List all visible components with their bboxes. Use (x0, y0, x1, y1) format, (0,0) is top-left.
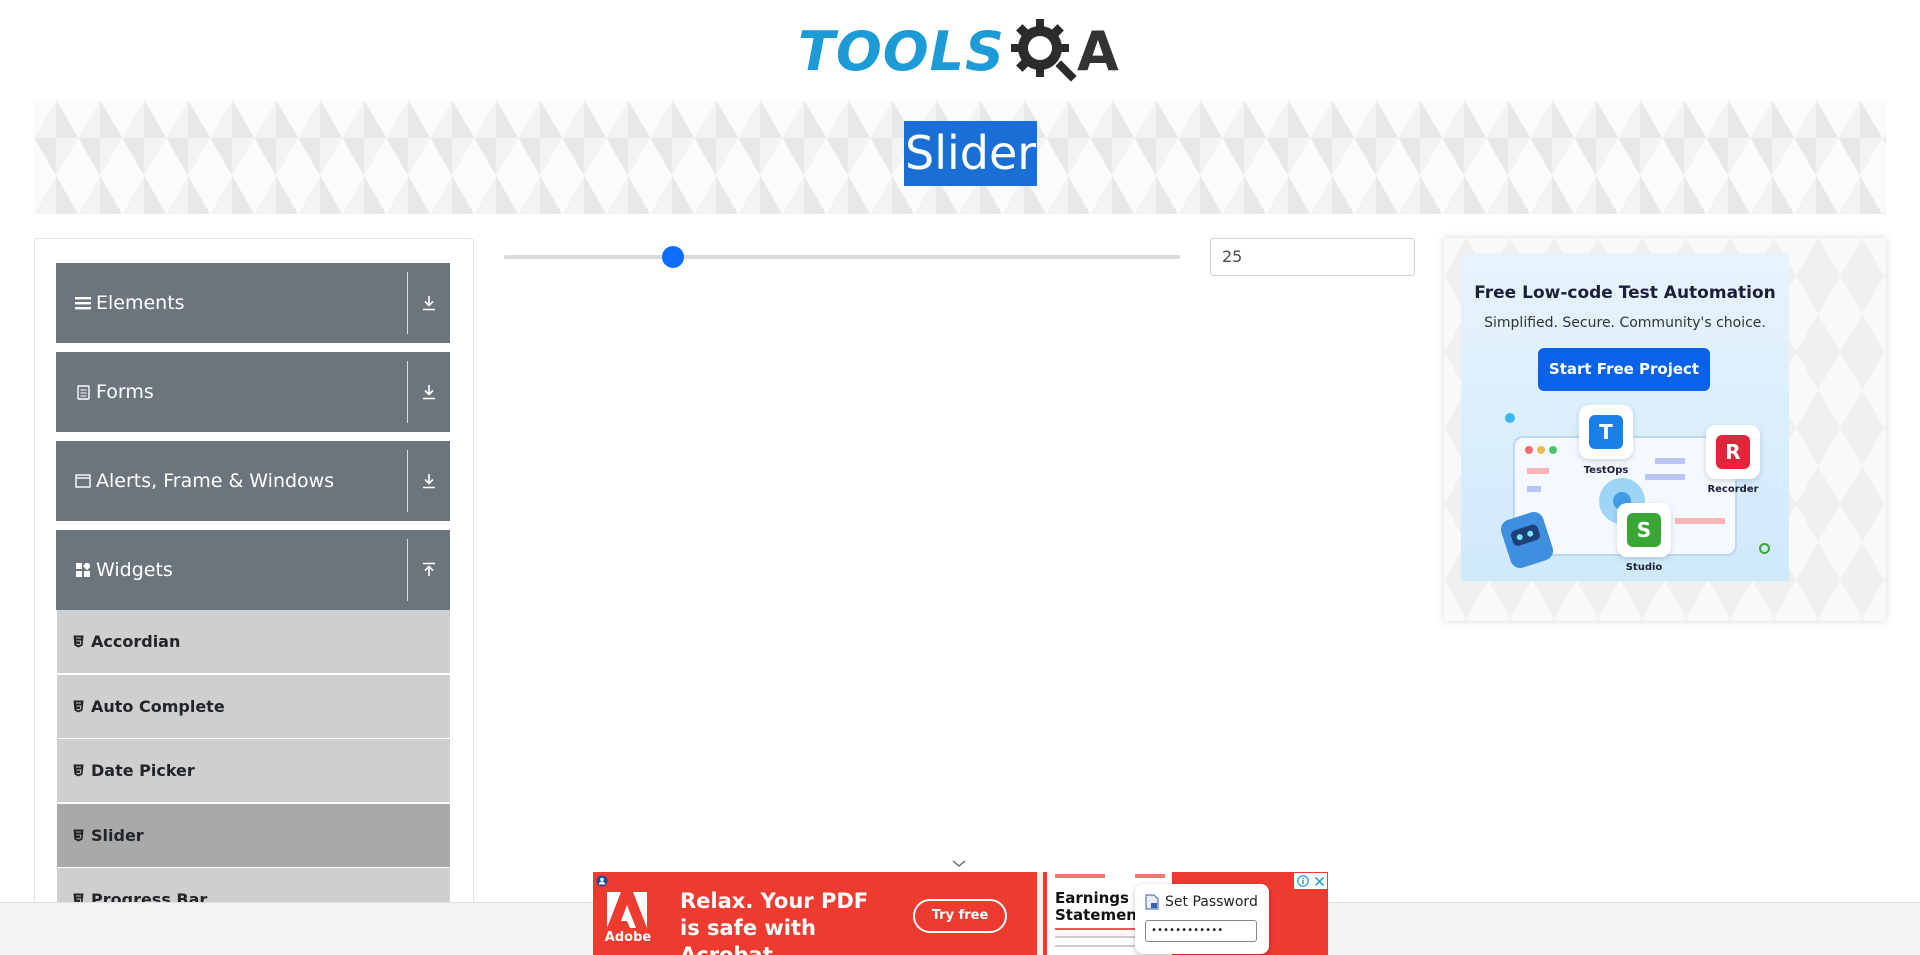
studio-icon: S (1627, 513, 1661, 547)
sidebar-item-label: Accordian (91, 632, 181, 651)
ad-cta-button[interactable]: Start Free Project (1538, 348, 1710, 391)
ad-slogan: Relax. Your PDF is safe with Acrobat. (680, 889, 869, 955)
sidebar-group-label: Forms (96, 381, 154, 403)
sidebar-item-label: Slider (91, 826, 144, 845)
sidebar-item-accordian[interactable]: Accordian (57, 610, 450, 673)
ad-choices[interactable] (1294, 873, 1327, 889)
divider (407, 539, 408, 601)
html5-icon (71, 764, 85, 777)
download-icon[interactable] (408, 295, 450, 311)
form-icon (73, 384, 93, 400)
divider (407, 361, 408, 423)
html5-icon (71, 635, 85, 648)
ad-subline: Simplified. Secure. Community's choice. (1484, 315, 1766, 331)
recorder-badge: R (1706, 425, 1760, 479)
studio-label: Studio (1625, 562, 1663, 573)
logo-text: TOOLS (798, 20, 1005, 83)
slider-thumb[interactable] (662, 246, 684, 268)
upload-icon[interactable] (408, 562, 450, 578)
menu-icon (73, 296, 93, 310)
sidebar-group-elements[interactable]: Elements (56, 263, 450, 343)
divider (407, 450, 408, 512)
info-icon[interactable] (1296, 875, 1309, 887)
toolsqa-logo[interactable]: TOOLS A (798, 14, 1128, 90)
download-icon[interactable] (408, 384, 450, 400)
sidebar-group-widgets[interactable]: Widgets (56, 530, 450, 610)
sidebar-item-auto-complete[interactable]: Auto Complete (57, 675, 450, 738)
recorder-icon: R (1716, 435, 1750, 469)
sidebar-item-date-picker[interactable]: Date Picker (57, 739, 450, 802)
right-ad[interactable]: Free Low-code Test Automation Simplified… (1461, 253, 1789, 581)
widgets-icon (73, 563, 93, 577)
try-free-button[interactable]: Try free (913, 899, 1007, 933)
ad-headline: Free Low-code Test Automation (1474, 283, 1776, 303)
window-icon (73, 474, 93, 488)
studio-badge: S (1617, 503, 1671, 557)
slider-fill (504, 255, 673, 259)
decor-dot (1505, 413, 1515, 423)
download-icon[interactable] (408, 473, 450, 489)
sidebar-group-alerts[interactable]: Alerts, Frame & Windows (56, 441, 450, 521)
recorder-label: Recorder (1707, 484, 1759, 495)
slider-track[interactable] (504, 255, 1180, 259)
gear-magnifier-icon (1007, 15, 1081, 89)
slider-value-field[interactable]: 25 (1210, 238, 1415, 276)
adobe-brand: Adobe (604, 930, 652, 945)
sidebar: Elements Forms Alerts, Frame & Windows W… (34, 238, 474, 955)
logo-suffix: A (1076, 20, 1119, 83)
page-title: Slider (904, 121, 1038, 186)
set-password-label: Set Password (1165, 894, 1258, 910)
sidebar-item-slider[interactable]: Slider (57, 804, 450, 867)
html5-icon (71, 829, 85, 842)
bottom-ad[interactable]: Adobe Relax. Your PDF is safe with Acrob… (593, 872, 1328, 955)
ad-divider (1037, 872, 1043, 955)
close-icon[interactable] (1314, 876, 1325, 887)
divider (407, 272, 408, 334)
testops-badge: T (1579, 405, 1633, 459)
set-password-card: Set Password •••••••••••• (1135, 884, 1269, 954)
html5-icon (71, 700, 85, 713)
sidebar-item-label: Date Picker (91, 761, 195, 780)
sidebar-group-label: Widgets (96, 559, 173, 581)
ad-privacy-icon[interactable] (596, 874, 608, 887)
sidebar-group-label: Alerts, Frame & Windows (96, 470, 335, 492)
password-field: •••••••••••• (1145, 920, 1257, 942)
sidebar-group-forms[interactable]: Forms (56, 352, 450, 432)
page: TOOLS A Slider Elements Forms Alerts, Fr… (0, 0, 1920, 955)
sidebar-item-label: Auto Complete (91, 697, 225, 716)
document-lock-icon (1145, 894, 1159, 910)
decor-ring (1759, 543, 1770, 554)
testops-icon: T (1589, 415, 1623, 449)
testops-label: TestOps (1583, 465, 1629, 476)
sidebar-group-label: Elements (96, 292, 185, 314)
chevron-down-icon[interactable] (950, 856, 968, 870)
